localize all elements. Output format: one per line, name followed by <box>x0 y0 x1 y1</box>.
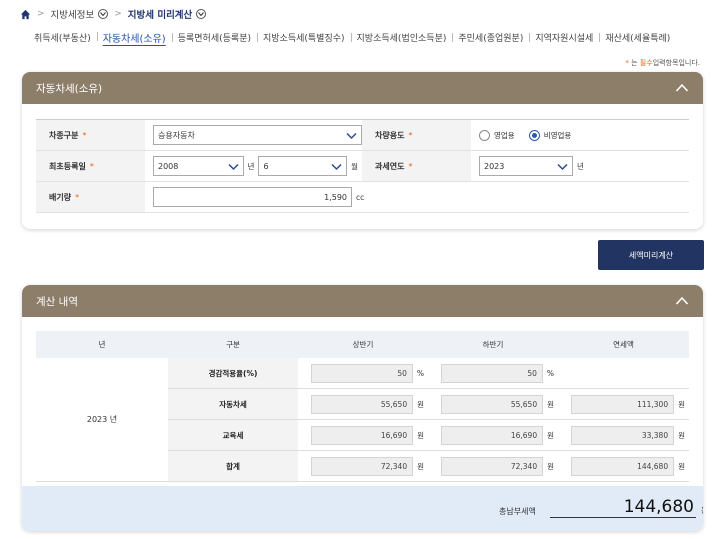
column-header: 연세액 <box>613 340 634 349</box>
annual-value: 111,300 <box>571 394 675 414</box>
total-tax-label: 총납부세액 <box>499 507 536 516</box>
registration-month-select[interactable]: 6 <box>258 156 348 176</box>
column-header: 하반기 <box>482 340 504 349</box>
panel-header: 자동차세(소유) <box>22 72 703 104</box>
chevron-right-icon: > <box>37 9 45 19</box>
second-half-value: 50 <box>441 363 543 383</box>
tab-property-tax[interactable]: 재산세(세율특례) <box>599 31 676 44</box>
radio-business-use[interactable] <box>479 129 490 141</box>
form-row: 차종구분 * 승용자동차 차량용도 * 영업용 비영업용 <box>36 120 689 151</box>
column-header: 상반기 <box>352 340 374 349</box>
chevron-down-icon <box>331 161 342 172</box>
chevron-down-icon <box>228 161 239 172</box>
panel-title: 계산 내역 <box>36 295 78 308</box>
panel-header: 계산 내역 <box>22 285 703 317</box>
first-half-value: 50 <box>311 363 413 383</box>
column-header: 구분 <box>226 340 240 349</box>
tab-regional-resource-tax[interactable]: 지역자원시설세 <box>529 31 599 44</box>
vehicle-type-label: 차종구분 * <box>36 120 145 150</box>
tab-acquisition-tax[interactable]: 취득세(부동산) <box>34 31 97 44</box>
chevron-up-icon[interactable] <box>675 81 689 95</box>
total-tax-value: 144,680 <box>550 496 696 518</box>
chevron-down-icon[interactable] <box>98 9 109 19</box>
required-note: * 는 필수입력항목입니다. <box>625 59 700 67</box>
tab-local-income-tax-withholding[interactable]: 지방소득세(특별징수) <box>256 31 351 44</box>
breadcrumb-label: 지방세정보 <box>50 10 95 21</box>
home-icon[interactable] <box>20 9 31 20</box>
chevron-right-icon: > <box>114 9 122 19</box>
tab-vehicle-tax[interactable]: 자동차세(소유) <box>96 30 172 45</box>
row-label: 경감적용율(%) <box>168 358 298 388</box>
tab-resident-tax[interactable]: 주민세(종업원분) <box>452 31 529 44</box>
first-half-value: 16,690 <box>311 425 414 445</box>
registration-year-select[interactable]: 2008 <box>153 156 244 176</box>
calculate-tax-button[interactable]: 세액미리계산 <box>598 240 704 270</box>
table-header: 년 구분 상반기 하반기 연세액 <box>36 331 689 358</box>
vehicle-type-select[interactable]: 승용자동차 <box>153 125 362 145</box>
first-half-value: 55,650 <box>311 394 414 414</box>
chevron-down-icon[interactable] <box>196 9 207 19</box>
form-row: 배기량 * 1,590 cc <box>36 182 689 213</box>
chevron-down-icon <box>346 130 357 141</box>
breadcrumb-item-tax-calc[interactable]: 지방세 미리계산 <box>128 7 207 21</box>
row-label: 교육세 <box>168 420 298 450</box>
form-row: 최초등록일 * 2008 년 6 월 과세연도 * 2023 년 <box>36 151 689 182</box>
second-half-value: 55,650 <box>441 394 544 414</box>
panel-title: 자동차세(소유) <box>36 82 103 95</box>
breadcrumb-label: 지방세 미리계산 <box>127 10 193 21</box>
vehicle-use-radio-group: 영업용 비영업용 <box>479 129 585 141</box>
tax-tabs: 취득세(부동산) 자동차세(소유) 등록면허세(등록분) 지방소득세(특별징수)… <box>34 30 676 45</box>
breadcrumb-item-local-tax-info[interactable]: 지방세정보 <box>51 7 109 21</box>
table-row: 교육세 16,690 원 16,690 원 33,380 원 <box>168 420 689 451</box>
vehicle-use-label: 차량용도 * <box>362 120 471 150</box>
table-row: 자동차세 55,650 원 55,650 원 111,300 원 <box>168 389 689 420</box>
vehicle-form: 차종구분 * 승용자동차 차량용도 * 영업용 비영업용 최초등록일 * 200… <box>36 119 689 213</box>
total-tax-unit: 원 <box>701 505 703 516</box>
tab-registration-tax[interactable]: 등록면허세(등록분) <box>171 31 257 44</box>
annual-value: 33,380 <box>571 425 675 445</box>
row-label: 자동차세 <box>168 389 298 419</box>
result-table: 년 구분 상반기 하반기 연세액 2023 년 경감적용율(%) 50% 50%… <box>36 331 689 482</box>
first-registration-label: 최초등록일 * <box>36 151 145 181</box>
year-cell: 2023 년 <box>36 358 168 482</box>
annual-value: 144,680 <box>571 456 675 476</box>
table-row: 합계 72,340 원 72,340 원 144,680 원 <box>168 451 689 482</box>
calculation-result-panel: 계산 내역 년 구분 상반기 하반기 연세액 2023 년 경감적용율(%) 5… <box>22 285 703 531</box>
tax-year-label: 과세연도 * <box>362 151 471 181</box>
displacement-input[interactable]: 1,590 <box>153 187 352 207</box>
row-label: 합계 <box>168 451 298 481</box>
chevron-down-icon <box>557 161 568 172</box>
column-header: 년 <box>98 340 106 349</box>
displacement-label: 배기량 * <box>36 182 145 212</box>
second-half-value: 16,690 <box>441 425 544 445</box>
table-row: 경감적용율(%) 50% 50% <box>168 358 689 389</box>
chevron-up-icon[interactable] <box>675 294 689 308</box>
first-half-value: 72,340 <box>311 456 414 476</box>
vehicle-tax-panel: 자동차세(소유) 차종구분 * 승용자동차 차량용도 * 영업용 비영업용 최초… <box>22 72 703 229</box>
tab-local-income-tax-corporate[interactable]: 지방소득세(법인소득분) <box>350 31 453 44</box>
tax-year-select[interactable]: 2023 <box>479 156 573 176</box>
radio-non-business-use[interactable] <box>528 129 540 141</box>
breadcrumb: > 지방세정보 > 지방세 미리계산 <box>20 6 207 22</box>
second-half-value: 72,340 <box>441 456 544 476</box>
